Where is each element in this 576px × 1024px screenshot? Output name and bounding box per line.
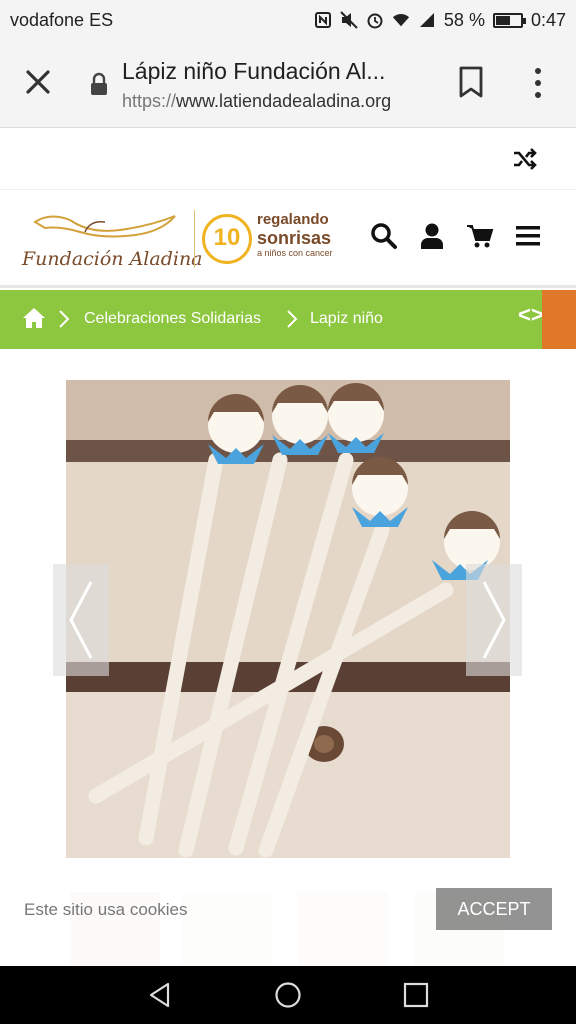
product-image[interactable] <box>66 380 510 858</box>
chevron-right-icon <box>482 581 506 659</box>
logo-divider <box>194 210 195 268</box>
brand-logo[interactable]: Fundación Aladina <box>22 210 203 270</box>
user-icon[interactable] <box>418 222 446 250</box>
slogan: regalando sonrisas a niños con cancer <box>257 212 349 259</box>
anniversary-badge: 10 <box>202 214 252 264</box>
battery-icon <box>492 12 526 28</box>
signal-icon <box>419 13 434 27</box>
chevron-right-icon <box>287 310 298 328</box>
alarm-icon <box>367 13 383 29</box>
gallery-next-button[interactable] <box>466 564 522 676</box>
carrier-name: vodafone ES <box>10 9 114 30</box>
top-utility-bar <box>0 128 576 190</box>
url-scheme: https:// <box>122 91 177 111</box>
battery-percent: 58 % <box>443 9 485 30</box>
search-icon[interactable] <box>370 222 398 250</box>
brand-name: Fundación Aladina <box>22 248 203 270</box>
cookie-banner: Este sitio usa cookies ACCEPT <box>0 866 576 966</box>
slogan-line3: a niños con cancer <box>257 248 333 258</box>
clock: 0:47 <box>530 9 566 30</box>
breadcrumb-item-celebraciones[interactable]: Celebraciones Solidarias <box>84 310 261 328</box>
system-nav-bar <box>0 966 576 1024</box>
chevron-left-icon <box>69 581 93 659</box>
bookmark-icon[interactable] <box>458 66 484 98</box>
lamp-icon <box>33 215 176 238</box>
slogan-line2: sonrisas <box>257 228 332 248</box>
cookie-message: Este sitio usa cookies <box>24 900 188 919</box>
home-button-icon[interactable] <box>274 981 302 1009</box>
recents-icon[interactable] <box>402 981 430 1009</box>
home-icon[interactable] <box>22 307 46 329</box>
close-icon[interactable] <box>22 66 54 98</box>
back-icon[interactable] <box>146 981 174 1009</box>
shuffle-icon[interactable] <box>512 146 538 172</box>
lock-icon <box>91 72 107 95</box>
chevron-right-icon <box>59 310 70 328</box>
url-host: www.latiendadealadina.org <box>176 91 392 111</box>
side-tab[interactable] <box>542 290 576 349</box>
more-vert-icon[interactable] <box>528 66 548 100</box>
menu-icon[interactable] <box>514 222 542 250</box>
wifi-icon <box>392 14 410 27</box>
url-text[interactable]: https://www.latiendadealadina.org <box>122 91 391 112</box>
cart-icon[interactable] <box>466 222 494 250</box>
breadcrumb-nav-arrows[interactable]: <> <box>518 302 544 328</box>
status-bar: vodafone ES 58 % 0:47 <box>0 0 576 40</box>
slogan-line1: regalando <box>257 211 329 228</box>
mute-icon <box>340 11 358 29</box>
nfc-icon <box>314 12 331 28</box>
breadcrumb: Celebraciones Solidarias Lapiz niño <> <box>0 290 576 349</box>
product-photo <box>66 380 510 858</box>
browser-toolbar: Lápiz niño Fundación Al... https://www.l… <box>0 40 576 128</box>
breadcrumb-item-current: Lapiz niño <box>310 310 383 327</box>
page-title[interactable]: Lápiz niño Fundación Al... <box>122 58 385 85</box>
gallery-prev-button[interactable] <box>53 564 109 676</box>
accept-cookies-button[interactable]: ACCEPT <box>436 888 552 930</box>
